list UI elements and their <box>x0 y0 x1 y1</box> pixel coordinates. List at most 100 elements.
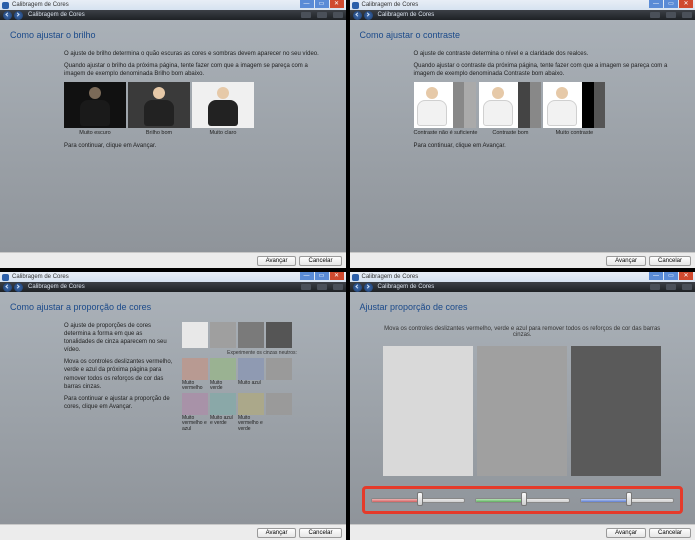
example-too-dark <box>64 82 126 128</box>
back-button[interactable] <box>353 283 362 292</box>
forward-button[interactable] <box>364 283 373 292</box>
red-slider[interactable] <box>371 494 466 506</box>
toolbar-menu-item[interactable] <box>666 12 676 18</box>
back-button[interactable] <box>3 283 12 292</box>
maximize-button[interactable]: ▭ <box>664 272 678 280</box>
toolbar-title: Calibragem de Cores <box>378 284 435 290</box>
back-button[interactable] <box>3 11 12 20</box>
minimize-button[interactable]: — <box>300 272 314 280</box>
minimize-button[interactable]: — <box>649 0 663 8</box>
caption: Contraste não é suficiente <box>414 130 478 136</box>
toolbar-menu-item[interactable] <box>317 12 327 18</box>
minimize-button[interactable]: — <box>649 272 663 280</box>
maximize-button[interactable]: ▭ <box>664 0 678 8</box>
app-icon <box>2 2 9 9</box>
example-good-brightness <box>128 82 190 128</box>
slider-highlight-box <box>362 486 684 514</box>
toolbar-menu-item[interactable] <box>682 284 692 290</box>
titlebar: Calibragem de Cores — ▭ ✕ <box>350 272 695 282</box>
maximize-button[interactable]: ▭ <box>315 272 329 280</box>
forward-button[interactable] <box>14 11 23 20</box>
next-button[interactable]: Avançar <box>257 528 297 538</box>
close-button[interactable]: ✕ <box>330 0 344 8</box>
caption: Muito contraste <box>543 130 605 136</box>
instruction-text: O ajuste de brilho determina o quão escu… <box>64 50 324 58</box>
caption: Muito verde <box>210 381 236 391</box>
window-color-balance-adjust: Calibragem de Cores — ▭ ✕ Calibragem de … <box>350 272 695 540</box>
instruction-text: O ajuste de proporções de cores determin… <box>64 322 174 354</box>
window-contrast: Calibragem de Cores — ▭ ✕ Calibragem de … <box>350 0 695 268</box>
toolbar-menu-item[interactable] <box>650 12 660 18</box>
instruction-text: O ajuste de contraste determina o nível … <box>414 50 674 58</box>
example-high-contrast <box>543 82 605 128</box>
swatch-neutral <box>266 358 292 380</box>
swatch-too-blue <box>238 358 264 380</box>
instruction-text: Para continuar, clique em Avançar. <box>64 142 324 150</box>
cancel-button[interactable]: Cancelar <box>649 256 691 266</box>
caption <box>266 381 292 391</box>
toolbar-menu-item[interactable] <box>682 12 692 18</box>
forward-button[interactable] <box>364 11 373 20</box>
gray-bars <box>378 346 668 476</box>
next-button[interactable]: Avançar <box>606 528 646 538</box>
maximize-button[interactable]: ▭ <box>315 0 329 8</box>
window-color-balance-intro: Calibragem de Cores — ▭ ✕ Calibragem de … <box>0 272 346 540</box>
titlebar: Calibragem de Cores — ▭ ✕ <box>0 0 346 10</box>
green-slider[interactable] <box>475 494 570 506</box>
contrast-examples: Contraste não é suficiente Contraste bom… <box>414 82 674 136</box>
minimize-button[interactable]: — <box>300 0 314 8</box>
close-button[interactable]: ✕ <box>679 272 693 280</box>
cancel-button[interactable]: Cancelar <box>649 528 691 538</box>
blue-slider[interactable] <box>580 494 675 506</box>
page-title: Como ajustar a proporção de cores <box>0 292 346 318</box>
cancel-button[interactable]: Cancelar <box>299 528 341 538</box>
instruction-text: Mova os controles deslizantes vermelho, … <box>378 326 668 338</box>
forward-button[interactable] <box>14 283 23 292</box>
caption: Muito vermelho e azul <box>182 416 208 426</box>
toolbar-menu-item[interactable] <box>666 284 676 290</box>
cast-swatches: Muito vermelho Muito verde Muito azul Mu… <box>182 358 342 426</box>
swatch-blue-green <box>210 393 236 415</box>
swatch-too-green <box>210 358 236 380</box>
close-button[interactable]: ✕ <box>679 0 693 8</box>
toolbar-menu-item[interactable] <box>301 12 311 18</box>
toolbar-menu-item[interactable] <box>301 284 311 290</box>
swatch <box>210 322 236 348</box>
toolbar: Calibragem de Cores <box>350 282 695 292</box>
caption: Brilho bom <box>128 130 190 136</box>
instruction-text: Quando ajustar o brilho da próxima págin… <box>64 62 324 78</box>
caption: Muito escuro <box>64 130 126 136</box>
app-icon <box>352 274 359 281</box>
toolbar-menu-item[interactable] <box>333 284 343 290</box>
slider-handle[interactable] <box>417 492 423 506</box>
app-icon <box>352 2 359 9</box>
slider-handle[interactable] <box>521 492 527 506</box>
cancel-button[interactable]: Cancelar <box>299 256 341 266</box>
page-title: Ajustar proporção de cores <box>350 292 695 318</box>
close-button[interactable]: ✕ <box>330 272 344 280</box>
color-balance-content: O ajuste de proporções de cores determin… <box>64 322 342 426</box>
toolbar-menu-item[interactable] <box>333 12 343 18</box>
window-title: Calibragem de Cores <box>362 2 419 8</box>
back-button[interactable] <box>353 11 362 20</box>
swatch <box>266 322 292 348</box>
gray-bar-light <box>383 346 473 476</box>
next-button[interactable]: Avançar <box>257 256 297 266</box>
caption <box>266 416 292 426</box>
instruction-text: Para continuar e ajustar a proporção de … <box>64 395 174 411</box>
slider-handle[interactable] <box>626 492 632 506</box>
swatch <box>238 322 264 348</box>
toolbar-title: Calibragem de Cores <box>28 12 85 18</box>
example-good-contrast <box>479 82 541 128</box>
titlebar: Calibragem de Cores — ▭ ✕ <box>350 0 695 10</box>
next-button[interactable]: Avançar <box>606 256 646 266</box>
swatch-neutral <box>266 393 292 415</box>
instruction-text: Quando ajustar o contraste da próxima pá… <box>414 62 674 78</box>
swatch-red-blue <box>182 393 208 415</box>
gray-bar-mid <box>477 346 567 476</box>
toolbar-menu-item[interactable] <box>317 284 327 290</box>
toolbar-menu-item[interactable] <box>650 284 660 290</box>
toolbar: Calibragem de Cores <box>350 10 695 20</box>
example-low-contrast <box>414 82 476 128</box>
caption: Muito claro <box>192 130 254 136</box>
